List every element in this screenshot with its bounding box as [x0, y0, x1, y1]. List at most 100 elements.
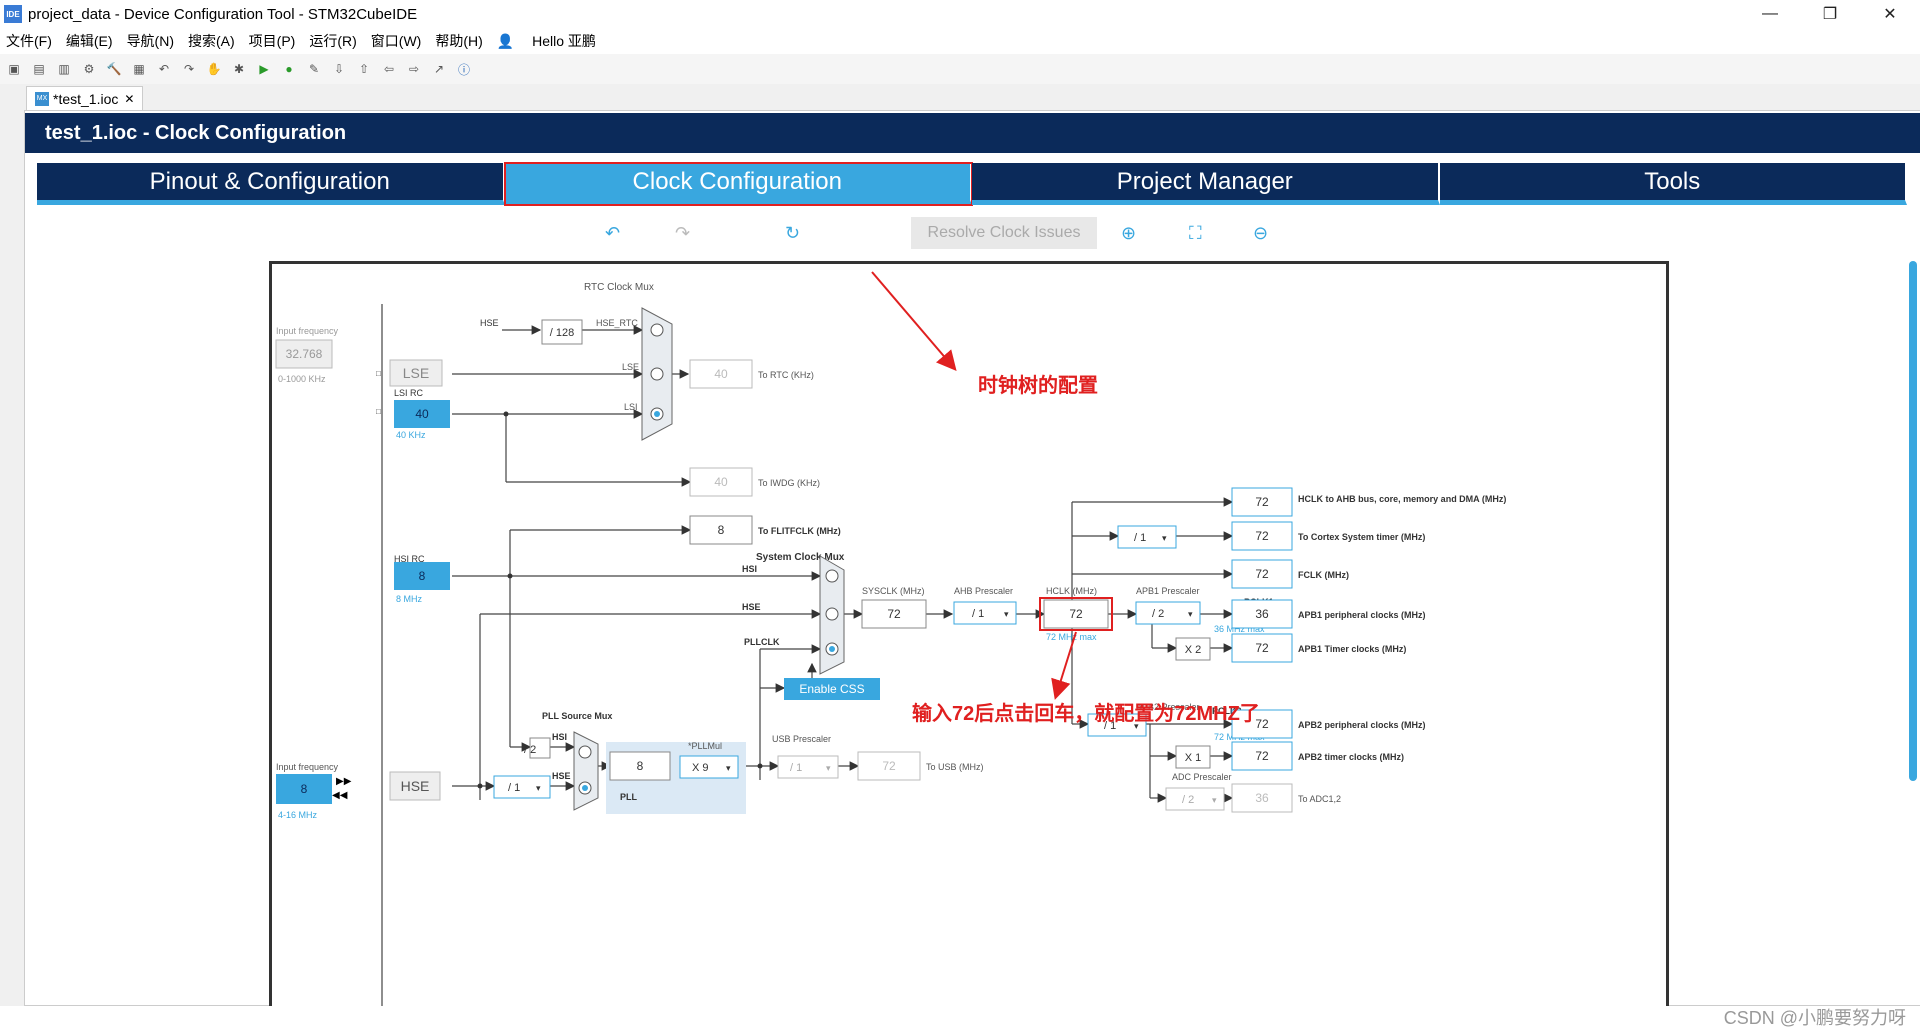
left-sidebar	[0, 84, 22, 1014]
nav-up-icon[interactable]: ⇧	[356, 61, 372, 77]
tab-close-icon[interactable]: ✕	[124, 92, 134, 106]
menu-run[interactable]: 运行(R)	[309, 31, 356, 51]
menu-edit[interactable]: 编辑(E)	[66, 31, 113, 51]
hse-range: 4-16 MHz	[278, 810, 318, 820]
adc-prescaler[interactable]: / 2	[1182, 794, 1194, 806]
build-icon[interactable]: 🔨	[106, 61, 122, 77]
usb-prescaler[interactable]: / 1	[790, 762, 802, 774]
pll-label: PLL	[620, 792, 638, 802]
to-rtc-label: To RTC (KHz)	[758, 370, 814, 380]
menu-help[interactable]: 帮助(H)	[435, 31, 482, 51]
rtc-mux-label: RTC Clock Mux	[584, 282, 654, 293]
pllmul-dropdown-icon[interactable]: ▾	[726, 763, 731, 773]
save-all-icon[interactable]: ▥	[56, 61, 72, 77]
usb-dropdown-icon[interactable]: ▾	[826, 763, 831, 773]
pllsrc-hsi-label: HSI	[552, 732, 567, 742]
sysclk-label: SYSCLK (MHz)	[862, 586, 925, 596]
run-config-icon[interactable]: ●	[281, 61, 297, 77]
pll-source-mux-label: PLL Source Mux	[542, 711, 612, 721]
lsi-value[interactable]: 40	[415, 407, 429, 421]
run-icon[interactable]: ▶	[256, 61, 272, 77]
redo-icon[interactable]: ↷	[675, 223, 690, 244]
hand-icon[interactable]: ✋	[206, 61, 222, 77]
adc-dropdown-icon[interactable]: ▾	[1212, 795, 1217, 805]
rtc-mux-opt-lse[interactable]	[650, 367, 664, 381]
menu-user[interactable]: 👤 Hello 亚鹏	[497, 31, 610, 51]
binary-icon[interactable]: ▦	[131, 61, 147, 77]
menu-navigate[interactable]: 导航(N)	[127, 31, 174, 51]
main-toolbar: ▣ ▤ ▥ ⚙ 🔨 ▦ ↶ ↷ ✋ ✱ ▶ ● ✎ ⇩ ⇧ ⇦ ⇨ ↗ ⓘ	[0, 54, 1920, 84]
back-icon[interactable]: ⇦	[381, 61, 397, 77]
window-title: project_data - Device Configuration Tool…	[28, 5, 418, 23]
pllsrc-opt-hsi[interactable]	[578, 745, 592, 759]
zoom-out-icon[interactable]: ⊖	[1253, 223, 1268, 244]
to-adc-label: To ADC1,2	[1298, 794, 1341, 804]
maximize-icon[interactable]: ❐	[1800, 0, 1860, 28]
info-icon[interactable]: ⓘ	[456, 61, 472, 77]
editor-tab-label: *test_1.ioc	[53, 90, 119, 107]
apb1-prescaler[interactable]: / 2	[1152, 608, 1164, 620]
tab-project-manager[interactable]: Project Manager	[972, 163, 1440, 205]
header-bar: test_1.ioc - Clock Configuration	[25, 113, 1920, 153]
hsi-value[interactable]: 8	[419, 569, 426, 583]
refresh-icon[interactable]: ↻	[785, 223, 800, 244]
page-title: test_1.ioc - Clock Configuration	[45, 121, 347, 144]
resolve-clock-issues-button[interactable]: Resolve Clock Issues	[911, 217, 1097, 249]
lse-freq-value[interactable]: 32.768	[286, 347, 323, 361]
pll-input-value: 8	[637, 759, 644, 773]
settings-icon[interactable]: ⚙	[81, 61, 97, 77]
cortex-divider[interactable]: / 1	[1134, 532, 1146, 544]
enable-css-label: Enable CSS	[799, 682, 864, 696]
ahb-prescaler[interactable]: / 1	[972, 608, 984, 620]
out-apb1p-value: 36	[1255, 607, 1269, 621]
hse-input-value[interactable]: 8	[301, 782, 308, 796]
apb1-dropdown-icon[interactable]: ▾	[1188, 609, 1193, 619]
annotation-arrow-1	[871, 271, 957, 372]
sysclk-value[interactable]: 72	[887, 607, 901, 621]
vertical-scrollbar[interactable]	[1909, 261, 1917, 781]
lse-range: 0-1000 KHz	[278, 374, 326, 384]
pll-source-mux[interactable]	[573, 731, 599, 811]
hse-divider[interactable]: / 1	[508, 782, 520, 794]
open-icon[interactable]: ↗	[431, 61, 447, 77]
undo-icon[interactable]: ↶	[605, 223, 620, 244]
out-apb2t-value: 72	[1255, 749, 1269, 763]
hclk-value[interactable]: 72	[1069, 607, 1083, 621]
undo-icon[interactable]: ↶	[156, 61, 172, 77]
menu-window[interactable]: 窗口(W)	[371, 31, 422, 51]
nav-down-icon[interactable]: ⇩	[331, 61, 347, 77]
new-icon[interactable]: ▣	[6, 61, 22, 77]
fit-icon[interactable]: ⛶	[1189, 223, 1202, 244]
tab-clock[interactable]: Clock Configuration	[503, 162, 973, 206]
tools-icon[interactable]: ✎	[306, 61, 322, 77]
tab-tools[interactable]: Tools	[1439, 163, 1907, 205]
minimize-icon[interactable]: —	[1740, 0, 1800, 28]
save-icon[interactable]: ▤	[31, 61, 47, 77]
out-apb1p-label: APB1 peripheral clocks (MHz)	[1298, 610, 1426, 620]
close-icon[interactable]: ✕	[1860, 0, 1920, 28]
sysmux-opt-hsi[interactable]	[825, 569, 839, 583]
hclk-max: 72 MHz max	[1046, 632, 1097, 642]
redo-icon[interactable]: ↷	[181, 61, 197, 77]
menu-search[interactable]: 搜索(A)	[188, 31, 235, 51]
out-apb2t-label: APB2 timer clocks (MHz)	[1298, 752, 1404, 762]
hclk-label: HCLK (MHz)	[1046, 586, 1097, 596]
status-bar	[0, 1006, 1920, 1034]
cortex-dropdown-icon[interactable]: ▾	[1162, 533, 1167, 543]
hsi-div2: / 2	[524, 744, 536, 756]
out-cortex-value: 72	[1255, 529, 1269, 543]
hse-div-dropdown-icon[interactable]: ▾	[536, 783, 541, 793]
hse-block[interactable]: HSE	[401, 778, 430, 794]
editor-tab[interactable]: MX *test_1.ioc ✕	[26, 86, 144, 110]
pllmul-select[interactable]: X 9	[692, 762, 709, 774]
tab-pinout[interactable]: Pinout & Configuration	[37, 163, 505, 205]
menu-file[interactable]: 文件(F)	[6, 31, 52, 51]
debug-icon[interactable]: ✱	[231, 61, 247, 77]
zoom-in-icon[interactable]: ⊕	[1121, 223, 1136, 244]
rtc-mux-opt-hse[interactable]	[650, 323, 664, 337]
ahb-dropdown-icon[interactable]: ▾	[1004, 609, 1009, 619]
lse-block[interactable]: LSE	[403, 365, 429, 381]
menu-project[interactable]: 项目(P)	[249, 31, 296, 51]
forward-icon[interactable]: ⇨	[406, 61, 422, 77]
sysmux-opt-hse[interactable]	[825, 607, 839, 621]
